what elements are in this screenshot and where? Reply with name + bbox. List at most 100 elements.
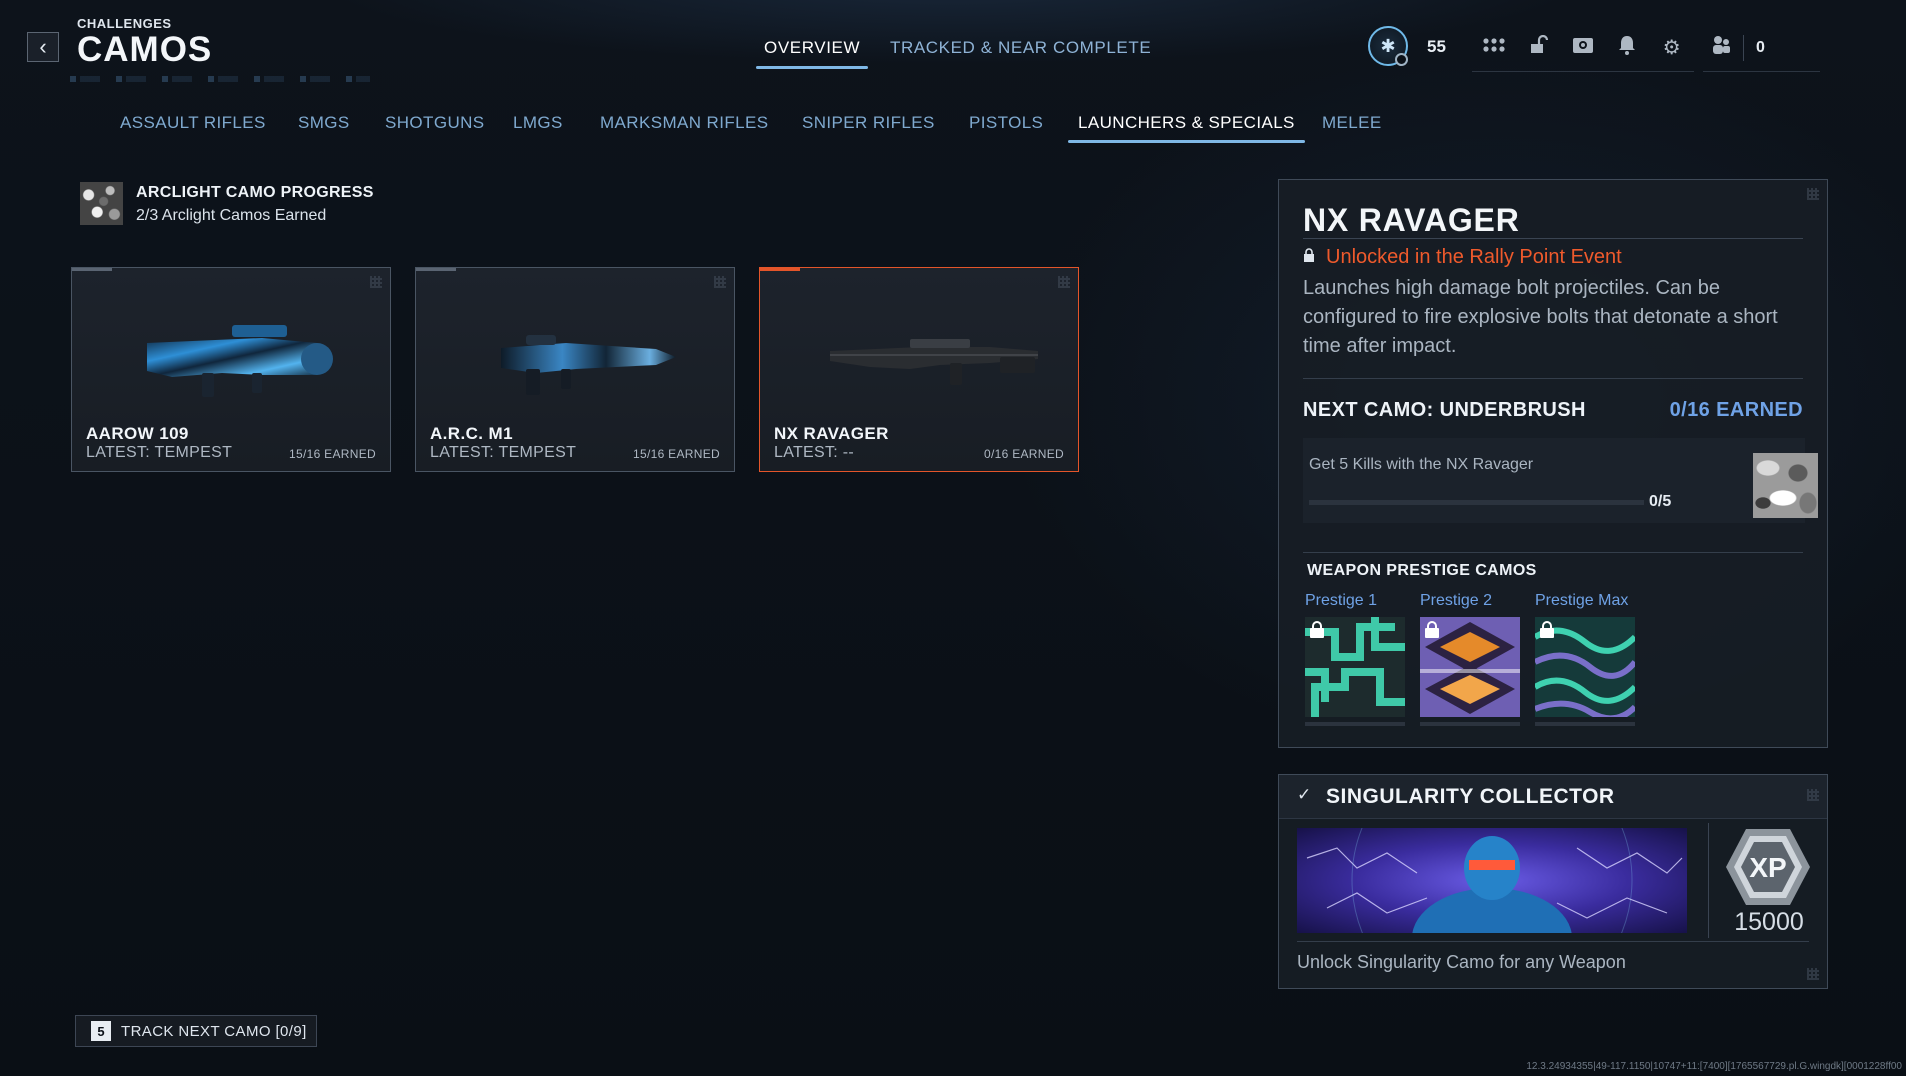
lock-icon [1540, 621, 1554, 638]
card-accent [416, 268, 456, 271]
card-corner-decoration [1058, 276, 1070, 288]
weapon-description: Launches high damage bolt projectiles. C… [1303, 277, 1778, 357]
menu-grid-icon[interactable] [1478, 36, 1510, 59]
bell-icon[interactable] [1611, 35, 1643, 61]
category-sniper-rifles[interactable]: SNIPER RIFLES [802, 113, 935, 133]
chevron-left-icon: ‹ [39, 34, 47, 59]
unlock-icon[interactable] [1523, 34, 1555, 61]
rank-value: 55 [1427, 37, 1446, 56]
detail-weapon-title: NX RAVAGER [1303, 202, 1520, 238]
challenge-description: Get 5 Kills with the NX Ravager [1309, 456, 1534, 473]
track-next-camo-button[interactable]: 5 TRACK NEXT CAMO [0/9] [75, 1015, 317, 1047]
challenge-progress-bar [1309, 500, 1644, 505]
singularity-description: Unlock Singularity Camo for any Weapon [1297, 952, 1626, 972]
weapon-image-arc-m1 [501, 335, 676, 395]
prestige-2-swatch [1420, 617, 1520, 717]
lock-icon [1304, 248, 1314, 262]
lock-icon [1310, 621, 1324, 638]
keybind-badge: 5 [91, 1021, 111, 1041]
category-lmgs[interactable]: LMGS [513, 113, 563, 133]
prestige-camos-title: WEAPON PRESTIGE CAMOS [1307, 562, 1537, 579]
rank-emblem-icon[interactable]: ✱ [1368, 26, 1408, 66]
singularity-header: ✓ SINGULARITY COLLECTOR [1279, 775, 1827, 819]
friends-bar[interactable]: 0 [1703, 24, 1820, 72]
card-accent [760, 268, 800, 271]
card-accent [72, 268, 112, 271]
category-marksman-rifles[interactable]: MARKSMAN RIFLES [600, 113, 768, 133]
panel-corner-decoration [1807, 968, 1819, 980]
xp-reward-value: 15000 [1734, 908, 1804, 936]
panel-corner-decoration [1807, 789, 1819, 801]
xp-badge-icon: XP [1726, 829, 1810, 905]
friends-separator [1743, 34, 1744, 61]
arclight-progress-title: ARCLIGHT CAMO PROGRESS [136, 184, 374, 201]
svg-text:XP: XP [1749, 852, 1786, 883]
unlock-requirement: Unlocked in the Rally Point Event [1326, 246, 1622, 268]
prestige-1-swatch [1305, 617, 1405, 717]
card-corner-decoration [370, 276, 382, 288]
divider [1297, 941, 1809, 942]
next-camo-earned: 0/16 EARNED [1669, 399, 1803, 421]
weapon-earned-count: 15/16 EARNED [633, 447, 720, 461]
top-icon-bar: ⚙ [1472, 24, 1694, 72]
prestige-progress-bar [1420, 722, 1520, 726]
category-pistols[interactable]: PISTOLS [969, 113, 1043, 133]
divider [1708, 823, 1709, 938]
weapon-latest-camo: LATEST: TEMPEST [430, 444, 577, 461]
friends-icon[interactable] [1703, 35, 1739, 61]
category-launchers-specials[interactable]: LAUNCHERS & SPECIALS [1068, 113, 1305, 143]
singularity-reward-image [1297, 828, 1687, 933]
card-corner-decoration [714, 276, 726, 288]
singularity-collector-panel[interactable]: ✓ SINGULARITY COLLECTOR XP 15000 Unlock … [1278, 774, 1828, 989]
page-subtitle: CHALLENGES [77, 16, 172, 31]
panel-corner-decoration [1807, 188, 1819, 200]
category-melee[interactable]: MELEE [1322, 113, 1382, 133]
arclight-progress-count: 2/3 Arclight Camos Earned [136, 207, 327, 224]
prestige-max-swatch [1533, 617, 1638, 722]
weapon-card-arc-m1[interactable]: A.R.C. M1 LATEST: TEMPEST 15/16 EARNED [415, 267, 735, 472]
category-shotguns[interactable]: SHOTGUNS [385, 113, 485, 133]
weapon-name: A.R.C. M1 [430, 424, 513, 443]
prestige-label: Prestige 2 [1420, 592, 1493, 609]
gear-icon[interactable]: ⚙ [1656, 35, 1688, 60]
weapon-image-aarow-109 [147, 325, 333, 397]
category-smgs[interactable]: SMGS [298, 113, 350, 133]
photo-icon[interactable] [1567, 35, 1599, 61]
title-divider [1303, 238, 1803, 239]
weapon-card-aarow-109[interactable]: AAROW 109 LATEST: TEMPEST 15/16 EARNED [71, 267, 391, 472]
prestige-progress-bar [1305, 722, 1405, 726]
weapon-name: AAROW 109 [86, 424, 189, 443]
divider [1303, 378, 1803, 379]
tab-overview[interactable]: OVERVIEW [755, 38, 869, 69]
check-icon: ✓ [1297, 785, 1312, 804]
weapon-card-nx-ravager[interactable]: NX RAVAGER LATEST: -- 0/16 EARNED [759, 267, 1079, 472]
challenge-count: 0/5 [1649, 493, 1672, 510]
friends-count: 0 [1756, 38, 1765, 56]
weapon-latest-camo: LATEST: -- [774, 444, 855, 461]
prestige-camo-1[interactable]: Prestige 1 [1305, 592, 1405, 726]
prestige-label: Prestige 1 [1305, 592, 1378, 609]
build-info: 12.3.24934355|49-117.1150|10747+11:[7400… [1526, 1061, 1902, 1072]
next-camo-label: NEXT CAMO: UNDERBRUSH [1303, 399, 1586, 421]
prestige-camo-2[interactable]: Prestige 2 [1420, 592, 1520, 726]
weapon-earned-count: 15/16 EARNED [289, 447, 376, 461]
camo-challenge[interactable]: Get 5 Kills with the NX Ravager 0/5 [1303, 438, 1818, 523]
weapon-image-nx-ravager [830, 339, 1038, 385]
singularity-title: SINGULARITY COLLECTOR [1326, 785, 1615, 808]
category-assault-rifles[interactable]: ASSAULT RIFLES [120, 113, 266, 133]
prestige-progress-bar [1535, 722, 1635, 726]
divider [1303, 552, 1803, 553]
arclight-camo-thumbnail [80, 182, 123, 225]
page-title: CAMOS [77, 30, 213, 69]
prestige-label: Prestige Max [1535, 592, 1629, 609]
track-next-camo-label: TRACK NEXT CAMO [0/9] [121, 1022, 307, 1040]
prestige-camo-max[interactable]: Prestige Max [1533, 592, 1638, 726]
tab-tracked-near-complete[interactable]: TRACKED & NEAR COMPLETE [890, 38, 1151, 58]
underbrush-camo-swatch [1753, 453, 1818, 518]
header-decoration [70, 76, 370, 82]
weapon-name: NX RAVAGER [774, 424, 889, 443]
back-button[interactable]: ‹ [27, 32, 59, 62]
weapon-earned-count: 0/16 EARNED [984, 447, 1064, 461]
weapon-detail-panel: NX RAVAGER Unlocked in the Rally Point E… [1278, 179, 1828, 748]
weapon-latest-camo: LATEST: TEMPEST [86, 444, 233, 461]
